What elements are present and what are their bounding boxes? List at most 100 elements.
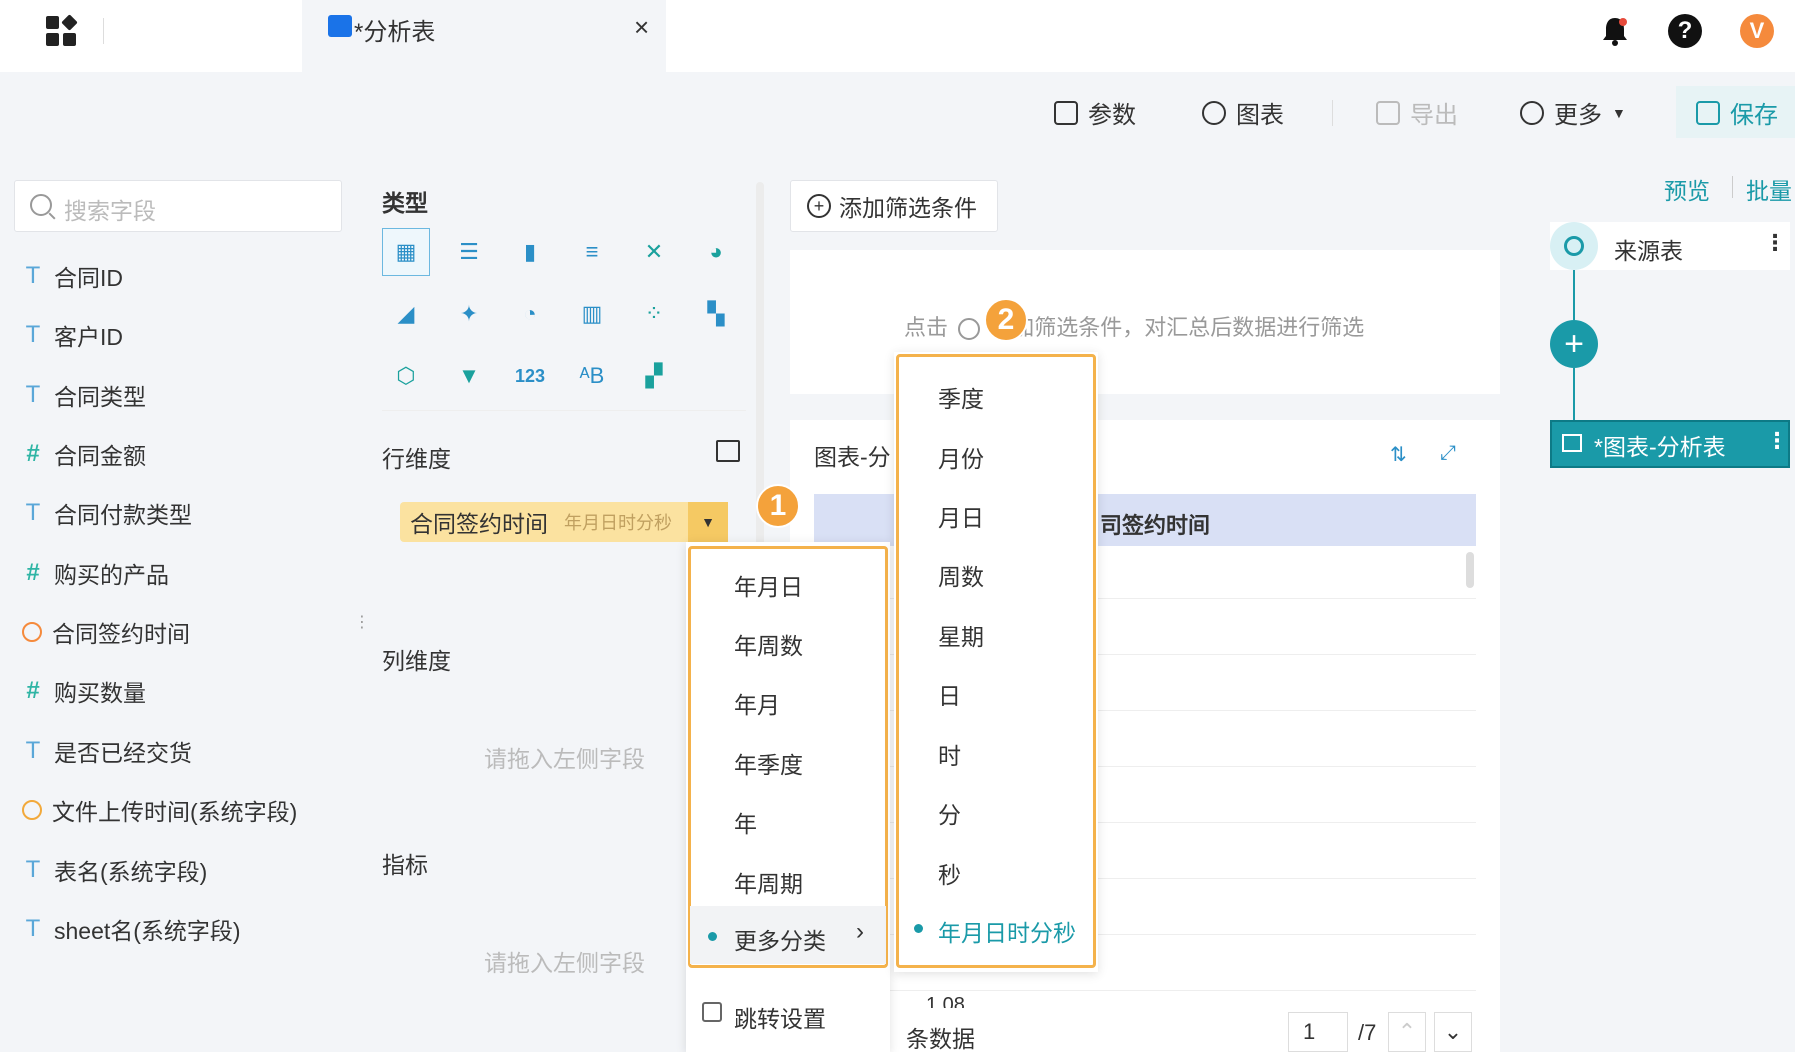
selected-dot-icon [708, 932, 717, 941]
chevron-down-icon[interactable]: ▼ [688, 502, 728, 542]
export-label: 导出 [1410, 102, 1458, 129]
menu-item-ymd[interactable]: 年月日 [734, 568, 803, 602]
submenu-item-hour[interactable]: 时 [938, 737, 961, 771]
page-total: /7 [1358, 1020, 1377, 1045]
chip-label: 合同签约时间 [410, 511, 548, 537]
save-button[interactable]: 保存 [1696, 95, 1778, 130]
clock-icon [22, 800, 42, 820]
help-icon[interactable]: ? [1668, 14, 1702, 48]
more-button[interactable]: 更多 ▼ [1520, 95, 1626, 130]
top-bar [0, 0, 1795, 72]
field-item[interactable]: # 购买数量 [22, 673, 146, 709]
sort-icon[interactable]: ⇅ [1390, 442, 1412, 466]
pie-chart-icon[interactable]: ◕ [692, 228, 740, 276]
field-item[interactable]: T 合同付款类型 [22, 495, 192, 531]
plus-circle-icon: + [807, 194, 831, 218]
field-label: sheet名(系统字段) [54, 918, 241, 944]
table-header-cell: 司签约时间 [1100, 513, 1211, 538]
add-chart-button[interactable]: 图表 [1202, 95, 1284, 130]
clock-icon [22, 622, 42, 642]
submenu-item-minute[interactable]: 分 [938, 796, 961, 830]
detail-table-icon[interactable]: ☰ [445, 228, 493, 276]
kebab-menu-icon[interactable]: ⋮ [1764, 230, 1786, 256]
field-label: 文件上传时间(系统字段) [52, 799, 298, 825]
menu-item-year-quarter[interactable]: 年季度 [734, 746, 803, 780]
menu-item-more-categories[interactable]: 更多分类 [734, 922, 826, 956]
radar-icon[interactable]: ⬡ [382, 352, 430, 400]
area-chart-icon[interactable]: ◢ [382, 290, 430, 338]
scrollbar[interactable] [1466, 552, 1474, 588]
export-button[interactable]: 导出 [1376, 95, 1458, 130]
field-item[interactable]: # 合同金额 [22, 436, 146, 472]
field-item[interactable]: 合同签约时间 [22, 614, 190, 650]
save-label: 保存 [1730, 102, 1778, 129]
plus-circle-icon [958, 318, 981, 341]
add-node-button[interactable]: + [1550, 320, 1598, 368]
save-icon [1696, 100, 1720, 125]
chevron-down-icon[interactable]: ⌄ [1434, 1012, 1472, 1052]
field-label: 表名(系统字段) [54, 859, 208, 885]
step-badge-2: 2 [984, 298, 1028, 342]
cards-icon[interactable]: ▚ [692, 290, 740, 338]
preview-link[interactable]: 预览 [1664, 172, 1710, 206]
scatter-icon[interactable]: ⁘ [630, 290, 678, 338]
submenu-item-quarter[interactable]: 季度 [938, 380, 984, 414]
field-label: 是否已经交货 [54, 740, 192, 766]
row-dimension-chip[interactable]: 合同签约时间 年月日时分秒 ▼ [400, 502, 728, 542]
submenu-item-weekday[interactable]: 星期 [938, 618, 984, 652]
menu-item-jump-settings[interactable]: 跳转设置 [734, 1000, 826, 1034]
add-filter-button[interactable]: + 添加筛选条件 [790, 180, 998, 232]
settings-icon[interactable] [716, 440, 740, 462]
apps-grid-icon[interactable] [46, 14, 80, 50]
close-icon[interactable]: × [634, 12, 649, 43]
expand-icon[interactable]: ⤢ [1440, 442, 1462, 464]
text-type-icon: T [25, 737, 41, 764]
bar-chart-icon[interactable]: ▮ [506, 228, 554, 276]
text-type-icon: T [25, 915, 41, 942]
funnel-icon[interactable]: ▼ [445, 352, 493, 400]
submenu-item-ymdhms[interactable]: 年月日时分秒 [938, 914, 1076, 948]
batch-link[interactable]: 批量 [1746, 172, 1792, 206]
tab-title: *分析表 [354, 19, 436, 46]
flow-connector [1573, 368, 1575, 420]
heatmap-icon[interactable]: ▞ [630, 352, 678, 400]
gauge-icon[interactable]: ◔ [506, 290, 554, 338]
menu-item-year[interactable]: 年 [734, 805, 757, 839]
field-item[interactable]: T 表名(系统字段) [22, 852, 208, 888]
menu-item-year-week[interactable]: 年周数 [734, 627, 803, 661]
menu-item-year-period[interactable]: 年周期 [734, 865, 803, 899]
stacked-bar-icon[interactable]: ▥ [568, 290, 616, 338]
submenu-item-week-number[interactable]: 周数 [938, 558, 984, 592]
field-item[interactable]: T 客户ID [22, 317, 123, 353]
kebab-menu-icon[interactable]: ⋮ [1766, 428, 1788, 454]
field-item[interactable]: T 合同ID [22, 258, 123, 294]
submenu-item-month[interactable]: 月份 [938, 440, 984, 474]
word-cloud-icon[interactable]: ᴬB [568, 352, 616, 400]
map-icon[interactable]: ✦ [445, 290, 493, 338]
kpi-number-icon[interactable]: 123 [506, 352, 554, 400]
field-item[interactable]: T 合同类型 [22, 377, 146, 413]
column-dimension-title: 列维度 [382, 648, 451, 674]
row-count: 条数据 [906, 1026, 975, 1052]
add-filter-label: 添加筛选条件 [839, 195, 977, 221]
chevron-up-icon[interactable]: ⌃ [1388, 1012, 1426, 1052]
menu-item-year-month[interactable]: 年月 [734, 686, 780, 720]
jump-settings-icon [702, 1002, 722, 1022]
bell-icon[interactable] [1598, 14, 1632, 48]
field-item[interactable]: Tsheet名(系统字段) [22, 911, 241, 947]
avatar[interactable]: V [1740, 14, 1774, 48]
field-item[interactable]: T 是否已经交货 [22, 733, 192, 769]
field-item[interactable]: # 购买的产品 [22, 555, 169, 591]
page-input[interactable]: 1 [1288, 1012, 1348, 1052]
field-label: 合同类型 [54, 384, 146, 410]
submenu-item-month-day[interactable]: 月日 [938, 499, 984, 533]
submenu-item-second[interactable]: 秒 [938, 856, 961, 890]
table-icon[interactable]: ▦ [382, 228, 430, 276]
type-title: 类型 [382, 190, 428, 216]
combo-chart-icon[interactable]: ✕ [630, 228, 678, 276]
params-button[interactable]: 参数 [1054, 95, 1136, 130]
horizontal-bar-icon[interactable]: ≡ [568, 228, 616, 276]
field-item[interactable]: 文件上传时间(系统字段) [22, 792, 297, 828]
flow-panel [1520, 154, 1795, 1052]
submenu-item-day[interactable]: 日 [938, 677, 961, 711]
